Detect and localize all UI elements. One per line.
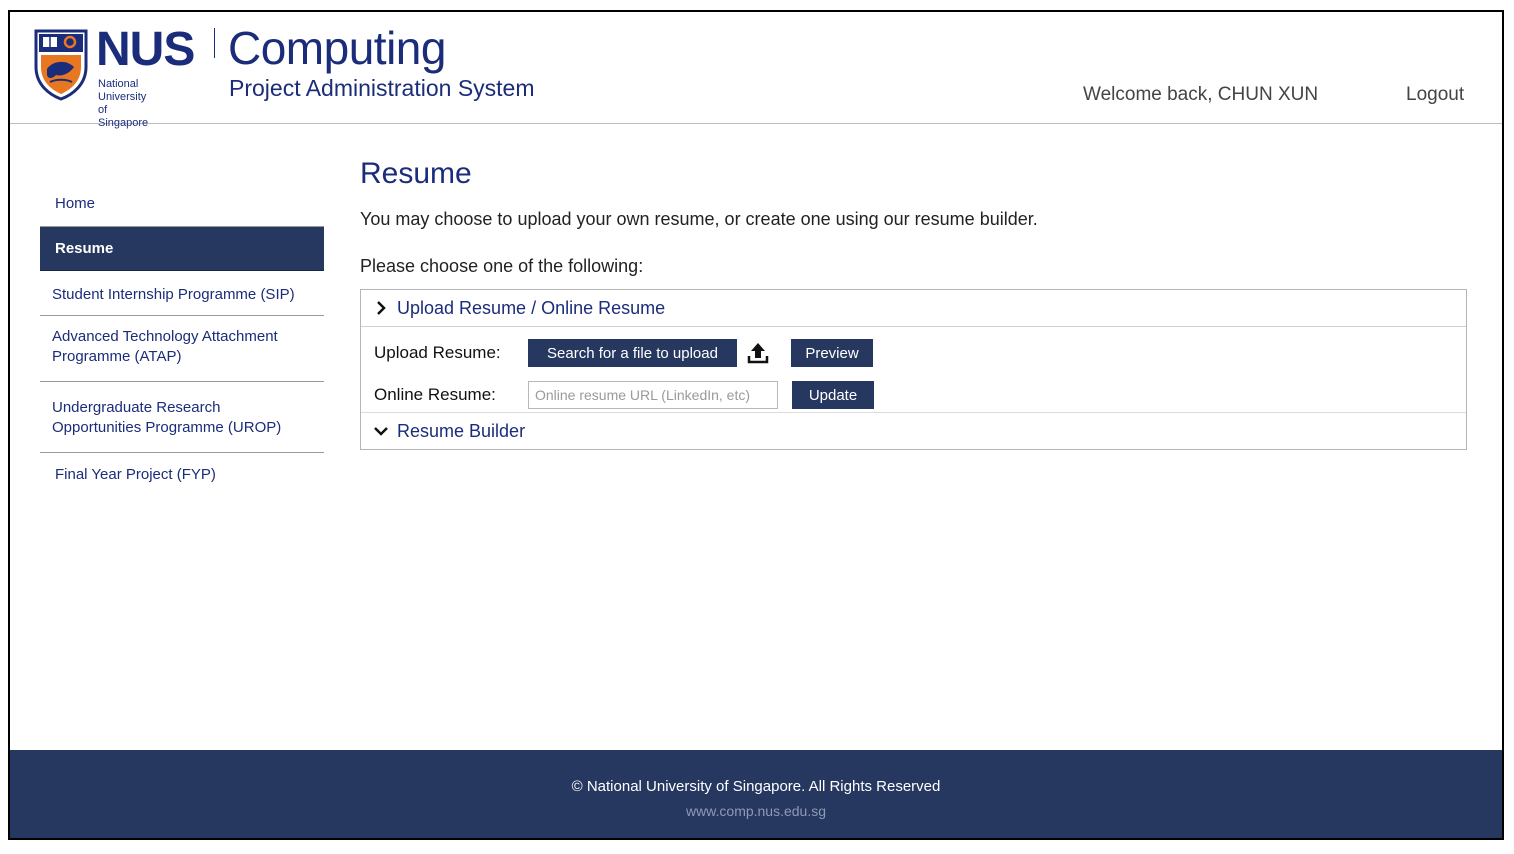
- nus-crest-icon: [34, 29, 88, 101]
- resume-options-panel: Upload Resume / Online Resume Upload Res…: [360, 289, 1467, 450]
- chevron-right-icon: [377, 301, 386, 315]
- nus-wordmark: NUS: [96, 23, 195, 76]
- upload-icon[interactable]: [746, 341, 770, 365]
- sidebar-item-home[interactable]: Home: [40, 184, 324, 227]
- sidebar-item-atap[interactable]: Advanced Technology Attachment Programme…: [40, 316, 324, 382]
- footer-site-link[interactable]: www.comp.nus.edu.sg: [10, 803, 1502, 819]
- sidebar-item-urop[interactable]: Undergraduate Research Opportunities Pro…: [40, 382, 324, 453]
- online-resume-row: Online Resume: Update: [374, 381, 874, 409]
- choose-text: Please choose one of the following:: [360, 256, 644, 276]
- intro-text: You may choose to upload your own resume…: [360, 209, 1038, 229]
- upload-section-body: Upload Resume: Search for a file to uplo…: [361, 327, 1466, 413]
- upload-section-title: Upload Resume / Online Resume: [397, 297, 666, 318]
- welcome-message: Welcome back, CHUN XUN: [1083, 84, 1319, 105]
- upload-section-header[interactable]: Upload Resume / Online Resume: [361, 290, 1466, 327]
- upload-resume-label: Upload Resume:: [374, 343, 501, 362]
- app-window: NUS National University of Singapore Com…: [8, 10, 1504, 840]
- footer: © National University of Singapore. All …: [10, 750, 1502, 838]
- resume-builder-title: Resume Builder: [397, 420, 526, 441]
- preview-button[interactable]: Preview: [791, 339, 873, 367]
- online-resume-url-input[interactable]: [528, 381, 778, 409]
- logout-link[interactable]: Logout: [1406, 84, 1464, 106]
- online-resume-label: Online Resume:: [374, 385, 496, 404]
- header: NUS National University of Singapore Com…: [10, 12, 1502, 129]
- sidebar-nav: Home Resume Student Internship Programme…: [40, 184, 324, 497]
- logo-divider: [214, 28, 215, 58]
- main-content: Resume You may choose to upload your own…: [360, 154, 1468, 450]
- sidebar-item-fyp[interactable]: Final Year Project (FYP): [40, 453, 324, 497]
- nus-full-name: National University of Singapore: [98, 78, 149, 129]
- search-file-button[interactable]: Search for a file to upload: [528, 339, 737, 367]
- system-title: Project Administration System: [229, 75, 535, 101]
- upload-resume-row: Upload Resume: Search for a file to uplo…: [374, 339, 873, 367]
- sidebar-item-sip[interactable]: Student Internship Programme (SIP): [40, 271, 324, 316]
- page-title: Resume: [360, 157, 472, 190]
- sidebar-item-resume[interactable]: Resume: [40, 227, 324, 271]
- chevron-down-icon: [374, 427, 388, 436]
- footer-copyright: © National University of Singapore. All …: [571, 778, 941, 795]
- resume-builder-header[interactable]: Resume Builder: [361, 413, 1466, 449]
- computing-wordmark: Computing: [228, 22, 446, 74]
- update-button[interactable]: Update: [792, 381, 874, 409]
